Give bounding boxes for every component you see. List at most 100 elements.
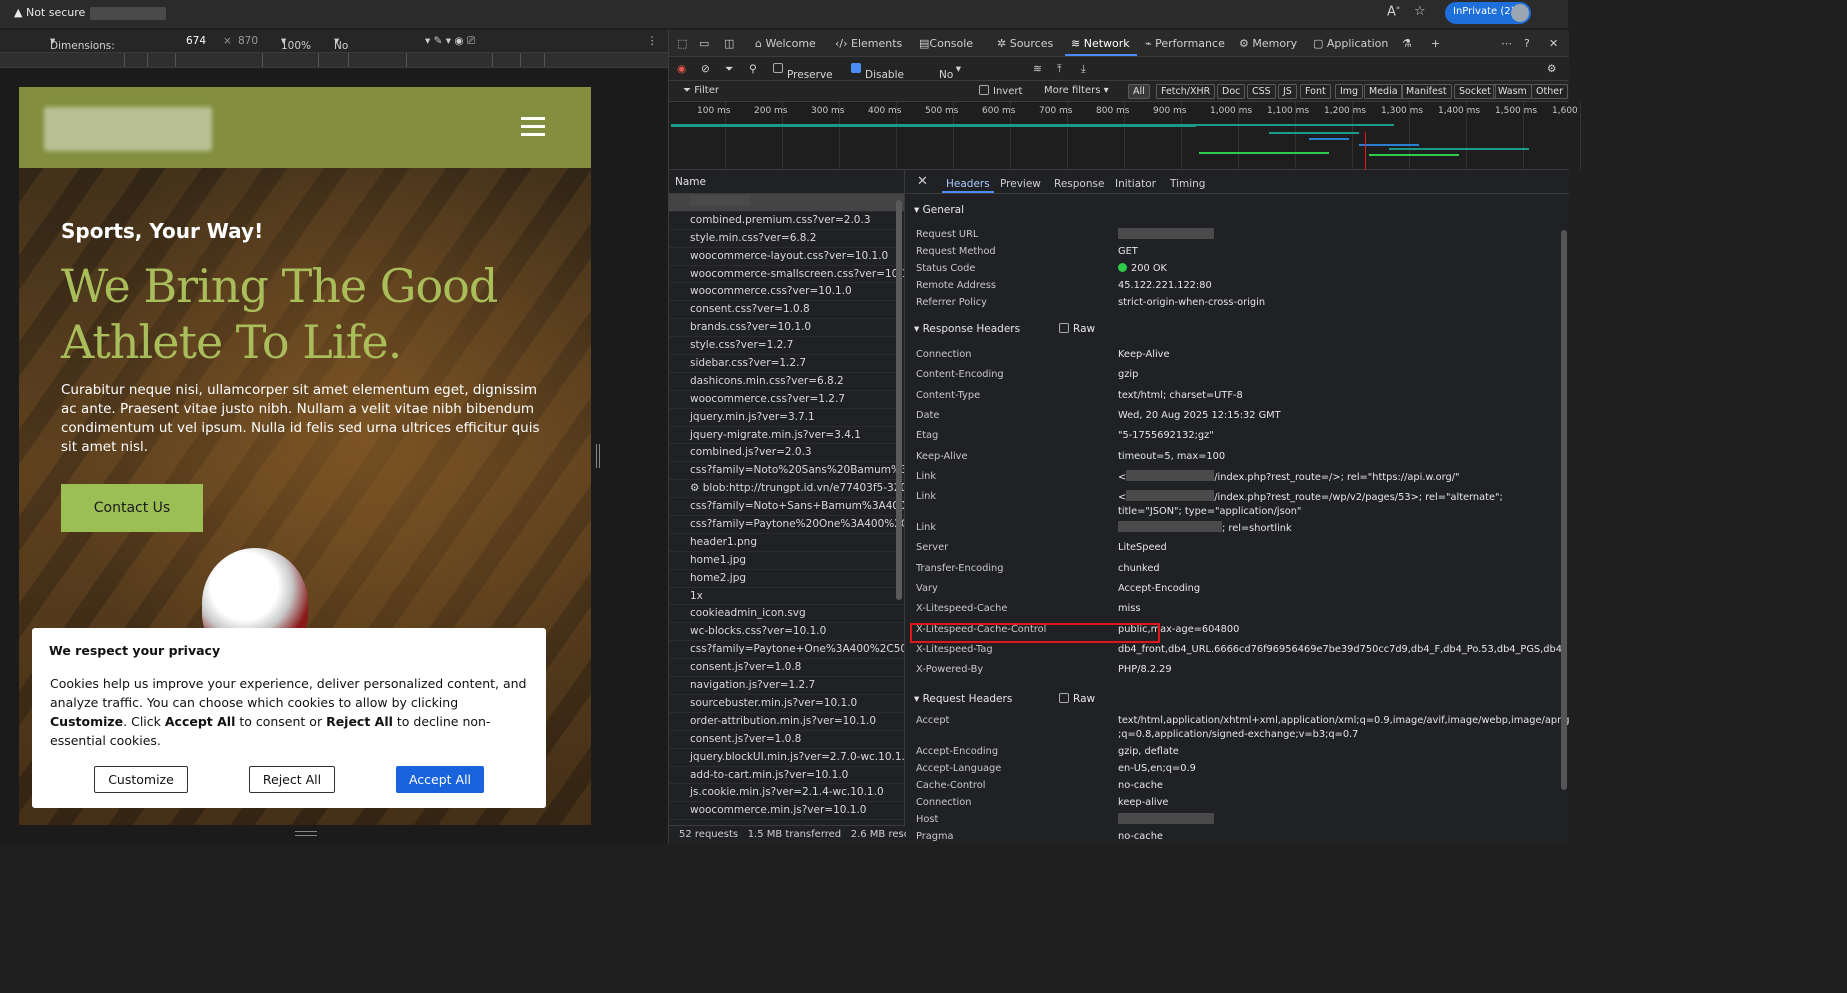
request-row[interactable]: woocommerce-smallscreen.css?ver=10.1.0 bbox=[669, 266, 904, 284]
tab-sources[interactable]: ✲ Sources bbox=[997, 37, 1053, 50]
security-indicator[interactable]: ▲ Not secure bbox=[14, 6, 85, 19]
more-options-icon[interactable]: ⋯ bbox=[1501, 37, 1512, 50]
general-section-header[interactable]: ▾ General bbox=[914, 204, 964, 216]
tab-console[interactable]: ▤Console bbox=[919, 37, 973, 50]
more-options-icon[interactable]: ⋮ bbox=[647, 35, 658, 47]
details-scrollbar[interactable] bbox=[1561, 230, 1567, 790]
more-filters-dropdown[interactable]: More filters ▾ bbox=[1044, 85, 1109, 96]
tab-performance[interactable]: ⌁ Performance bbox=[1145, 37, 1225, 50]
disable-cache-checkbox[interactable]: Disable cache bbox=[851, 63, 904, 93]
close-details-icon[interactable]: ✕ bbox=[917, 174, 928, 189]
tab-preview[interactable]: Preview bbox=[1000, 178, 1041, 190]
filter-type-doc[interactable]: Doc bbox=[1217, 84, 1246, 99]
preserve-log-checkbox[interactable]: Preserve log bbox=[773, 63, 833, 93]
request-row[interactable]: cookieadmin_icon.svg bbox=[669, 605, 904, 624]
tab-network[interactable]: ≋ Network bbox=[1071, 37, 1130, 50]
request-row[interactable]: jquery.min.js?ver=3.7.1 bbox=[669, 409, 904, 427]
hamburger-menu-icon[interactable] bbox=[521, 117, 545, 137]
export-har-icon[interactable]: ⤓ bbox=[1081, 63, 1086, 76]
request-row[interactable]: ⚙ blob:http://trungpt.id.vn/e77403f5-320… bbox=[669, 480, 904, 499]
filter-type-css[interactable]: CSS bbox=[1247, 84, 1276, 99]
tab-application[interactable]: ▢ Application bbox=[1313, 37, 1388, 50]
reject-all-button[interactable]: Reject All bbox=[249, 766, 335, 793]
request-list-scrollbar[interactable] bbox=[896, 200, 902, 600]
filter-type-manifest[interactable]: Manifest bbox=[1401, 84, 1452, 99]
tab-headers[interactable]: Headers bbox=[946, 178, 990, 190]
request-row[interactable]: consent.js?ver=1.0.8 bbox=[669, 731, 904, 749]
request-row[interactable]: woocommerce-layout.css?ver=10.1.0 bbox=[669, 248, 904, 266]
customize-button[interactable]: Customize bbox=[94, 766, 188, 793]
contact-us-button[interactable]: Contact Us bbox=[61, 484, 203, 532]
more-tools-icon[interactable]: ⚗ bbox=[1402, 37, 1412, 50]
network-throttling-select[interactable]: No throttling ▾ bbox=[939, 63, 988, 93]
zoom-select[interactable]: 100% ▾ bbox=[281, 35, 311, 52]
request-row[interactable]: combined.js?ver=2.0.3 bbox=[669, 444, 904, 463]
request-row[interactable]: 1x bbox=[669, 588, 904, 606]
device-throttling-select[interactable]: No throttling ▾ bbox=[334, 35, 383, 64]
height-input[interactable]: 870 bbox=[238, 35, 258, 47]
request-row[interactable]: style.css?ver=1.2.7 bbox=[669, 337, 904, 356]
request-row[interactable]: header1.png bbox=[669, 534, 904, 552]
filter-type-media[interactable]: Media bbox=[1364, 84, 1403, 99]
tab-timing[interactable]: Timing bbox=[1170, 178, 1205, 190]
filter-type-js[interactable]: JS bbox=[1278, 84, 1297, 99]
filter-toggle-icon[interactable]: ⏷ bbox=[725, 63, 733, 76]
request-row[interactable]: jquery-migrate.min.js?ver=3.4.1 bbox=[669, 427, 904, 445]
request-row[interactable]: css?family=Paytone%20One%3A400%2C50... bbox=[669, 516, 904, 534]
media-query-ruler[interactable] bbox=[0, 52, 668, 68]
invert-checkbox[interactable]: Invert bbox=[979, 85, 1022, 97]
request-row[interactable]: style.min.css?ver=6.8.2 bbox=[669, 230, 904, 248]
name-column-header[interactable]: Name bbox=[669, 170, 904, 194]
request-row[interactable]: add-to-cart.min.js?ver=10.1.0 bbox=[669, 767, 904, 785]
request-row[interactable]: consent.css?ver=1.0.8 bbox=[669, 301, 904, 320]
help-icon[interactable]: ? bbox=[1524, 37, 1530, 50]
filter-type-socket[interactable]: Socket bbox=[1454, 84, 1496, 99]
filter-type-wasm[interactable]: Wasm bbox=[1493, 84, 1532, 99]
accept-all-button[interactable]: Accept All bbox=[396, 766, 484, 793]
clear-icon[interactable]: ⊘ bbox=[701, 63, 710, 75]
request-row[interactable]: order-attribution.min.js?ver=10.1.0 bbox=[669, 713, 904, 731]
read-aloud-icon[interactable]: A» bbox=[1387, 4, 1400, 19]
request-row[interactable]: woocommerce.css?ver=1.2.7 bbox=[669, 391, 904, 409]
viewport-bottom-resize-handle[interactable] bbox=[295, 831, 317, 836]
tab-elements[interactable]: ‹/› Elements bbox=[835, 37, 902, 50]
tab-response[interactable]: Response bbox=[1054, 178, 1104, 190]
request-row[interactable]: woocommerce.min.js?ver=10.1.0 bbox=[669, 802, 904, 821]
import-har-icon[interactable]: ⤒ bbox=[1057, 63, 1062, 76]
add-tab-icon[interactable]: + bbox=[1431, 37, 1440, 50]
inprivate-profile-button[interactable]: InPrivate (2) bbox=[1445, 2, 1531, 24]
device-options-icon[interactable]: ▾ ✎ ▾ ◉ ⎚ bbox=[425, 35, 475, 48]
request-row[interactable]: home2.jpg bbox=[669, 570, 904, 588]
address-bar[interactable] bbox=[90, 7, 166, 20]
request-row[interactable]: wc-blocks.css?ver=10.1.0 bbox=[669, 623, 904, 642]
record-icon[interactable]: ◉ bbox=[677, 63, 686, 75]
search-icon[interactable]: ⚲ bbox=[749, 63, 757, 75]
filter-input[interactable]: ⏷ Filter bbox=[683, 85, 719, 96]
request-row[interactable]: js.cookie.min.js?ver=2.1.4-wc.10.1.0 bbox=[669, 784, 904, 803]
request-row[interactable]: css?family=Noto%20Sans%20Bamum%3A4... bbox=[669, 462, 904, 481]
dock-icon[interactable]: ◫ bbox=[724, 37, 734, 50]
network-settings-icon[interactable]: ⚙ bbox=[1547, 63, 1556, 75]
dimensions-select[interactable]: Dimensions: Responsive ▾ bbox=[50, 35, 115, 64]
viewport-resize-handle[interactable] bbox=[596, 444, 600, 468]
tab-memory[interactable]: ⚙ Memory bbox=[1239, 37, 1297, 50]
request-row[interactable]: sidebar.css?ver=1.2.7 bbox=[669, 355, 904, 373]
request-headers-section-header[interactable]: ▾ Request Headers Raw bbox=[914, 693, 1095, 705]
request-row[interactable]: sourcebuster.min.js?ver=10.1.0 bbox=[669, 695, 904, 713]
request-row[interactable]: combined.premium.css?ver=2.0.3 bbox=[669, 212, 904, 230]
width-input[interactable]: 674 bbox=[186, 35, 206, 47]
tab-welcome[interactable]: ⌂ Welcome bbox=[755, 37, 816, 50]
filter-type-font[interactable]: Font bbox=[1300, 84, 1331, 99]
request-row[interactable]: consent.js?ver=1.0.8 bbox=[669, 659, 904, 678]
filter-type-other[interactable]: Other bbox=[1531, 84, 1568, 99]
inspect-icon[interactable]: ⬚ bbox=[677, 37, 687, 50]
device-toggle-icon[interactable]: ▭ bbox=[699, 37, 709, 50]
selected-request-row[interactable] bbox=[669, 194, 904, 212]
site-logo[interactable] bbox=[44, 107, 212, 151]
request-row[interactable]: home1.jpg bbox=[669, 552, 904, 570]
request-row[interactable]: dashicons.min.css?ver=6.8.2 bbox=[669, 373, 904, 391]
filter-type-fetch-xhr[interactable]: Fetch/XHR bbox=[1156, 84, 1216, 99]
close-devtools-icon[interactable]: ✕ bbox=[1549, 37, 1558, 50]
network-conditions-icon[interactable]: ≋ bbox=[1033, 63, 1042, 75]
favorite-icon[interactable]: ☆ bbox=[1414, 4, 1426, 19]
